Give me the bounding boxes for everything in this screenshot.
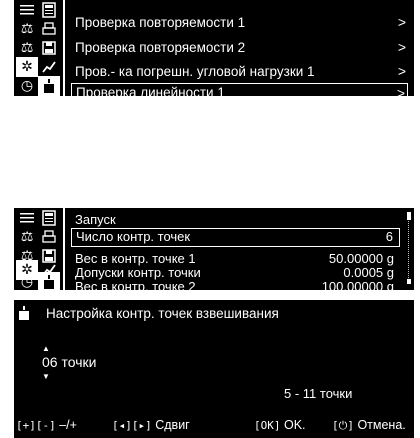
checkpoint-editor-panel: Настройка контр. точек взвешивания ▲ 06 …	[14, 300, 414, 438]
param-value: 100.00000 g	[321, 279, 394, 290]
menu-item-label: Проверка линейности 1	[76, 85, 225, 96]
ok-key-icon: [OK]	[254, 419, 281, 432]
balance-gear-icon[interactable]: ⚖	[16, 38, 38, 58]
menu-item-eccentric-load[interactable]: Пров.- ка погрешн. угловой нагрузки 1 >	[71, 61, 408, 82]
arrow-down-icon[interactable]: ▼	[42, 372, 50, 381]
menu-item-repeatability-2[interactable]: Проверка повторяемости 2 >	[71, 37, 408, 58]
save-icon[interactable]	[38, 38, 60, 58]
menu-item-repeatability-1[interactable]: Проверка повторяемости 1 >	[71, 12, 408, 33]
param-label: Число контр. точек	[76, 229, 191, 244]
divider	[63, 0, 65, 96]
checkpoint-count-value[interactable]: 06 точки	[42, 354, 96, 370]
timer-icon[interactable]: ◷	[16, 76, 38, 96]
printer-icon[interactable]	[38, 227, 60, 247]
menu-item-label: Проверка повторяемости 1	[75, 15, 246, 30]
chevron-right-icon: >	[397, 14, 406, 30]
weight-up-icon[interactable]	[38, 272, 60, 290]
printer-icon[interactable]	[38, 19, 60, 39]
param-label: Вес в контр. точке 2	[75, 279, 196, 290]
editor-title: Настройка контр. точек взвешивания	[46, 306, 279, 321]
cancel-softkey[interactable]: [⏻] Отмена.	[332, 415, 406, 436]
plusminus-label: –/+	[59, 418, 77, 432]
icon-column: ⚖ ⚖ ✲ ◷	[14, 208, 62, 290]
plusminus-key-icon: [+][-]	[16, 419, 56, 432]
shift-label: Сдвиг	[155, 418, 190, 432]
chevron-right-icon: >	[397, 63, 406, 79]
softkey-bar: [+][-] –/+ [◂][▸] Сдвиг [OK] OK. [⏻] Отм…	[14, 415, 414, 435]
divider	[63, 208, 65, 290]
menu-item-label: Проверка повторяемости 2	[75, 40, 246, 55]
calculator-icon[interactable]	[38, 0, 60, 20]
settings-gear-icon[interactable]: ✲	[16, 57, 38, 77]
param-checkpoint-weight-2[interactable]: Вес в контр. точке 2 100.00000 g	[71, 279, 400, 290]
menu-list: Проверка повторяемости 1 > Проверка повт…	[71, 0, 408, 96]
shift-key-icon: [◂][▸]	[112, 419, 152, 432]
power-key-icon: [⏻]	[332, 419, 354, 432]
cancel-label: Отмена.	[357, 418, 406, 432]
balance-icon[interactable]: ⚖	[16, 227, 38, 247]
linearity-params-panel: ⚖ ⚖ ✲ ◷ Запуск Число контр. точек 6 Вес …	[14, 208, 414, 290]
weight-icon	[18, 306, 30, 325]
arrow-up-icon[interactable]: ▲	[42, 344, 50, 353]
chart-line-icon[interactable]	[38, 57, 60, 77]
chevron-right-icon: >	[396, 85, 405, 96]
chevron-right-icon: >	[397, 39, 406, 55]
ok-softkey[interactable]: [OK] OK.	[254, 415, 306, 436]
weight-up-icon[interactable]	[38, 76, 60, 96]
menu-item-label: Пров.- ка погрешн. угловой нагрузки 1	[75, 64, 315, 79]
scrollbar[interactable]	[407, 212, 412, 284]
param-label: Запуск	[75, 212, 116, 227]
scrollbar-thumb[interactable]	[407, 212, 411, 220]
timer-icon[interactable]: ◷	[16, 272, 38, 290]
param-list: Запуск Число контр. точек 6 Вес в контр.…	[71, 208, 400, 290]
scrollbar-end	[407, 279, 411, 284]
plusminus-softkey[interactable]: [+][-] –/+	[16, 415, 77, 436]
menu-item-linearity-1[interactable]: Проверка линейности 1 >	[71, 83, 408, 96]
test-menu-panel: ⚖ ⚖ ✲ ◷ Проверка повторяемости 1 > Прове…	[14, 0, 414, 96]
icon-column: ⚖ ⚖ ✲ ◷	[14, 0, 62, 96]
value-range: 5 - 11 точки	[284, 386, 353, 401]
menu-list-icon[interactable]	[16, 0, 38, 20]
shift-softkey[interactable]: [◂][▸] Сдвиг	[112, 415, 190, 436]
param-checkpoint-count[interactable]: Число контр. точек 6	[71, 228, 400, 247]
ok-label: OK.	[283, 418, 306, 432]
param-start[interactable]: Запуск	[71, 212, 400, 228]
menu-list-icon[interactable]	[16, 208, 38, 228]
calculator-icon[interactable]	[38, 208, 60, 228]
param-value: 6	[385, 229, 393, 244]
balance-icon[interactable]: ⚖	[16, 19, 38, 39]
